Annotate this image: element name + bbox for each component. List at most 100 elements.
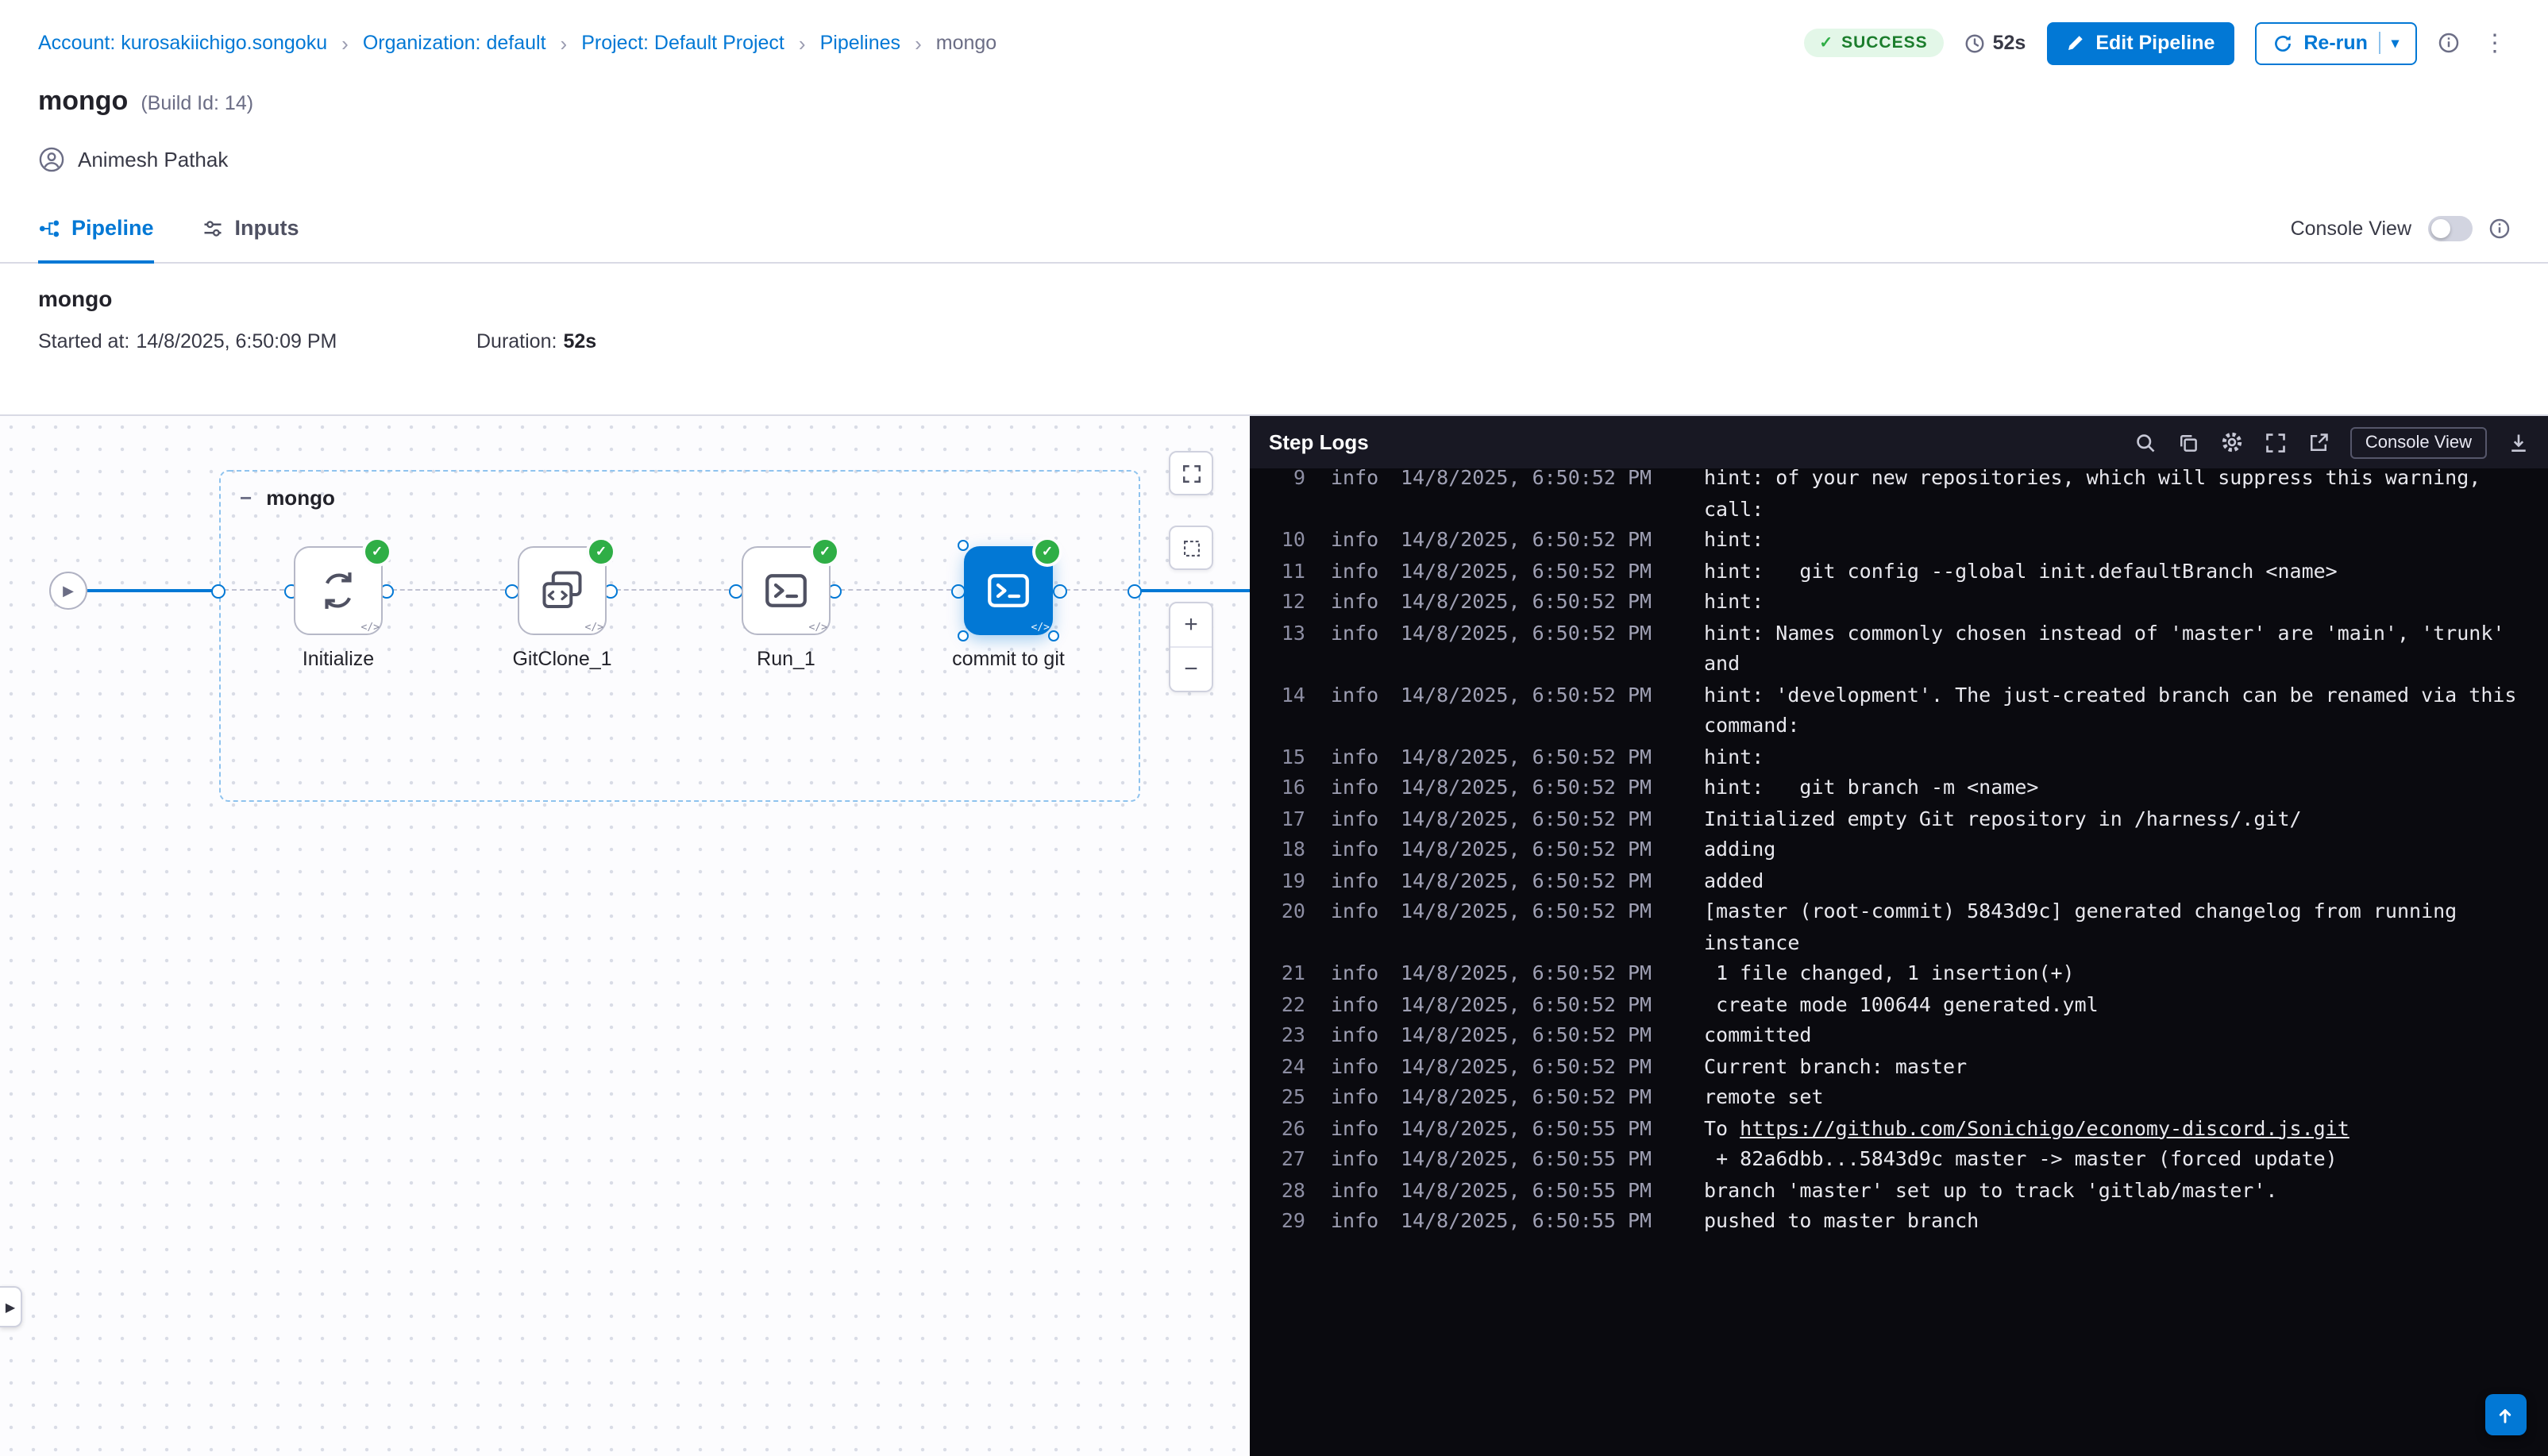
log-level: info [1331, 679, 1380, 710]
header-actions: ✓ SUCCESS 52s Edit Pipeline Re-run [1803, 21, 2510, 64]
kebab-menu-icon[interactable]: ⋮ [2480, 29, 2510, 57]
pipeline-canvas[interactable]: ▶ − mongo [0, 416, 1250, 1456]
tab-inputs[interactable]: Inputs [202, 194, 299, 262]
node-box[interactable]: ✓ </> [294, 546, 383, 635]
author-row: Animesh Pathak [0, 140, 2548, 178]
step-logs-panel: Step Logs Console View [1250, 416, 2548, 1456]
button-divider [2379, 32, 2380, 54]
rerun-button[interactable]: Re-run ▾ [2254, 21, 2416, 64]
caret-down-icon[interactable]: ▾ [2392, 36, 2399, 50]
node-gitclone[interactable]: ✓ </> GitClone_1 [518, 546, 607, 635]
status-label: SUCCESS [1841, 33, 1928, 52]
node-commit-to-git[interactable]: ✓ </> commit to git [964, 546, 1053, 635]
node-box[interactable]: ✓ </> [964, 546, 1053, 635]
log-num: 14 [1264, 679, 1305, 710]
chevron-right-icon: › [799, 31, 806, 55]
breadcrumb-organization[interactable]: Organization: default [363, 32, 546, 54]
log-msg: Initialized empty Git repository in /har… [1704, 803, 2523, 834]
node-initialize[interactable]: ✓ </> Initialize [294, 546, 383, 635]
zoom-in-button[interactable]: + [1170, 603, 1212, 646]
selection-box-icon [1181, 537, 1201, 558]
node-box[interactable]: ✓ </> [742, 546, 831, 635]
log-time: 14/8/2025, 6:50:55 PM [1401, 1174, 1653, 1205]
log-num: 20 [1264, 896, 1305, 926]
chevron-right-icon: › [915, 31, 922, 55]
log-level: info [1331, 834, 1380, 865]
collapse-icon[interactable]: − [240, 486, 252, 510]
log-row: 12info14/8/2025, 6:50:52 PMhint: [1264, 586, 2523, 617]
log-time: 14/8/2025, 6:50:52 PM [1401, 896, 1653, 926]
breadcrumb-project[interactable]: Project: Default Project [581, 32, 784, 54]
left-panel-toggle[interactable]: ▶ [0, 1286, 22, 1327]
log-num: 25 [1264, 1081, 1305, 1112]
canvas-select-button[interactable] [1169, 526, 1213, 570]
log-time: 14/8/2025, 6:50:52 PM [1401, 1050, 1653, 1081]
console-view-toggle[interactable] [2427, 215, 2472, 241]
log-row: 19info14/8/2025, 6:50:52 PMadded [1264, 865, 2523, 896]
run-name: mongo [38, 286, 2510, 311]
log-time: 14/8/2025, 6:50:52 PM [1401, 988, 1653, 1019]
stage-group-label: − mongo [240, 486, 335, 510]
download-icon[interactable] [2507, 431, 2529, 453]
clone-icon [538, 567, 586, 614]
info-icon[interactable] [2488, 217, 2510, 239]
fullscreen-icon[interactable] [2265, 431, 2288, 453]
log-time: 14/8/2025, 6:50:55 PM [1401, 1143, 1653, 1174]
log-num: 21 [1264, 957, 1305, 988]
breadcrumb-account[interactable]: Account: kurosakiichigo.songoku [38, 32, 327, 54]
log-body[interactable]: 9info14/8/2025, 6:50:52 PMhint: of your … [1250, 468, 2548, 1456]
tab-pipeline[interactable]: Pipeline [38, 194, 154, 262]
duration-label: Duration: [476, 330, 557, 352]
stage-group[interactable]: − mongo [219, 470, 1140, 802]
copy-icon[interactable] [2178, 431, 2200, 453]
log-row: 15info14/8/2025, 6:50:52 PMhint: [1264, 741, 2523, 772]
log-time: 14/8/2025, 6:50:52 PM [1401, 679, 1653, 710]
log-row: 17info14/8/2025, 6:50:52 PMInitialized e… [1264, 803, 2523, 834]
log-msg: hint: of your new repositories, which wi… [1704, 468, 2523, 524]
log-msg: hint: [1704, 586, 2523, 617]
started-at: Started at: 14/8/2025, 6:50:09 PM [38, 330, 476, 352]
log-msg: [master (root-commit) 5843d9c] generated… [1704, 896, 2523, 957]
breadcrumb-pipelines[interactable]: Pipelines [820, 32, 900, 54]
refresh-icon [2272, 33, 2292, 53]
author-name: Animesh Pathak [78, 147, 228, 171]
expand-icon [1181, 463, 1201, 483]
log-time: 14/8/2025, 6:50:52 PM [1401, 617, 1653, 648]
inputs-tab-icon [202, 217, 224, 239]
log-row: 18info14/8/2025, 6:50:52 PMadding [1264, 834, 2523, 865]
log-num: 12 [1264, 586, 1305, 617]
log-num: 26 [1264, 1112, 1305, 1143]
edit-pipeline-button[interactable]: Edit Pipeline [2046, 21, 2234, 64]
node-run[interactable]: ✓ </> Run_1 [742, 546, 831, 635]
log-msg: branch 'master' set up to track 'gitlab/… [1704, 1174, 2523, 1205]
log-link[interactable]: https://github.com/Sonichigo/economy-dis… [1740, 1115, 2349, 1139]
info-icon[interactable] [2437, 32, 2459, 54]
pipeline-start-node[interactable]: ▶ [49, 572, 87, 610]
console-view-button[interactable]: Console View [2351, 426, 2486, 458]
log-msg: pushed to master branch [1704, 1205, 2523, 1236]
scroll-to-top-button[interactable] [2484, 1394, 2526, 1435]
log-num: 13 [1264, 617, 1305, 648]
page-title: mongo [38, 86, 128, 117]
run-summary: mongo Started at: 14/8/2025, 6:50:09 PM … [0, 264, 2548, 416]
code-badge: </> [361, 621, 380, 634]
port [1127, 584, 1141, 598]
code-badge: </> [1031, 621, 1050, 634]
canvas-fullscreen-button[interactable] [1169, 451, 1213, 495]
search-icon[interactable] [2135, 431, 2157, 453]
started-value: 14/8/2025, 6:50:09 PM [136, 330, 337, 352]
log-level: info [1331, 1205, 1380, 1236]
log-num: 27 [1264, 1143, 1305, 1174]
rerun-label: Re-run [2303, 32, 2368, 54]
terminal-icon [762, 567, 810, 614]
success-check-badge: ✓ [362, 537, 392, 567]
zoom-out-button[interactable]: − [1170, 646, 1212, 691]
log-msg: hint: Names commonly chosen instead of '… [1704, 617, 2523, 679]
log-row: 28info14/8/2025, 6:50:55 PMbranch 'maste… [1264, 1174, 2523, 1205]
node-box[interactable]: ✓ </> [518, 546, 607, 635]
log-level: info [1331, 1174, 1380, 1205]
open-in-new-icon[interactable] [2308, 431, 2330, 453]
gear-icon[interactable] [2221, 430, 2245, 454]
status-badge: ✓ SUCCESS [1803, 29, 1943, 57]
selection-handle [1048, 630, 1059, 641]
